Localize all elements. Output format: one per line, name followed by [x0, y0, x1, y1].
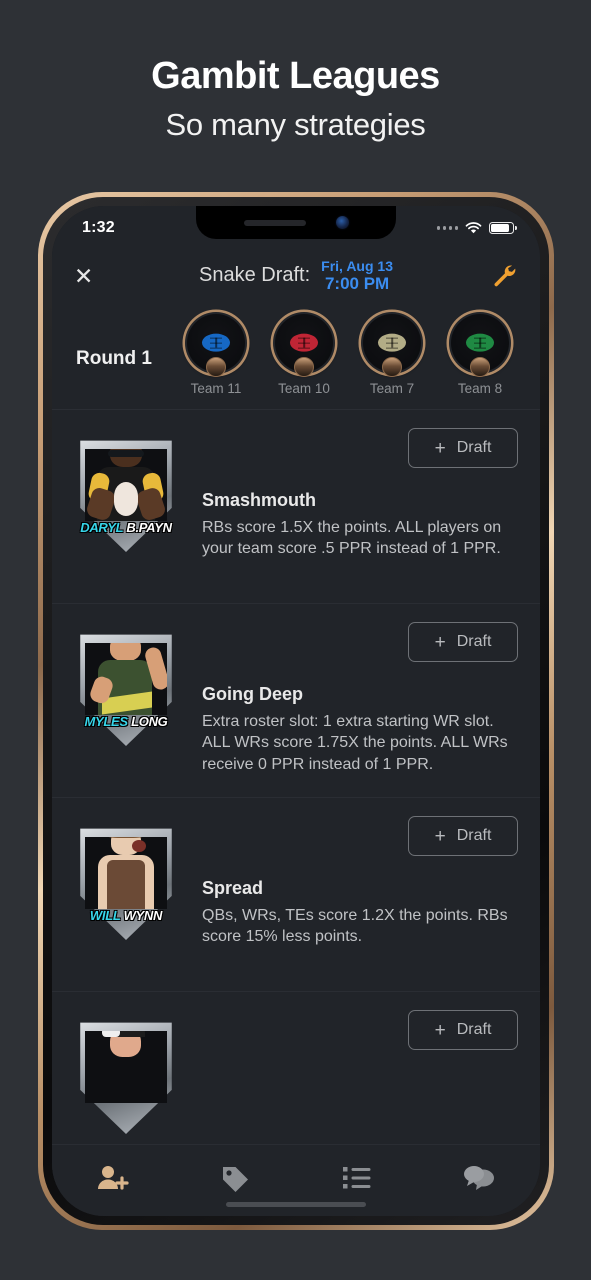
signal-dots-icon [436, 226, 458, 230]
character-last-name: B.PAYN [126, 520, 172, 535]
character-first-name: DARYL [80, 520, 124, 535]
football-icon [466, 333, 494, 352]
character-first-name: MYLES [84, 714, 129, 729]
team-chip-icon [470, 357, 490, 377]
status-bar-indicators [436, 222, 517, 234]
football-icon [378, 333, 406, 352]
character-name: WILL WYNN [70, 908, 182, 923]
strategy-title: Going Deep [202, 684, 304, 704]
promo-header: Gambit Leagues So many strategies [0, 0, 591, 143]
tab-tags[interactable] [174, 1164, 296, 1197]
team-avatar-item[interactable]: Team 8 [440, 312, 520, 396]
team-name: Team 8 [457, 381, 503, 396]
wifi-icon [465, 222, 482, 234]
draft-button[interactable]: + Draft [408, 1010, 518, 1050]
phone-bezel: 1:32 ✕ Snake Draft: Fri, Aug 13 7:00 PM … [43, 197, 549, 1225]
earpiece-speaker [243, 219, 306, 226]
draft-navbar: ✕ Snake Draft: Fri, Aug 13 7:00 PM [52, 246, 540, 306]
tab-chat[interactable] [418, 1164, 540, 1197]
shield-badge-icon: WILL WYNN [74, 824, 178, 940]
tab-invite-members[interactable] [52, 1164, 174, 1197]
front-camera-icon [335, 216, 349, 229]
strategy-card[interactable]: WILL WYNN Spread QBs, WRs, TEs score 1.2… [52, 798, 540, 992]
shield-badge-icon: DARYL B.PAYN [74, 436, 178, 552]
list-icon [342, 1165, 372, 1196]
strategy-title: Spread [202, 878, 264, 898]
team-chip-icon [206, 357, 226, 377]
team-chip-icon [294, 357, 314, 377]
plus-icon: + [434, 1019, 446, 1041]
team-name: Team 10 [278, 381, 330, 396]
page-title: Snake Draft: [199, 264, 311, 287]
team-avatar-list: Team 11 Team 10 Team 7 Team 8 [176, 312, 522, 396]
character-last-name: LONG [131, 714, 168, 729]
team-avatar [449, 312, 511, 377]
character-first-name: WILL [89, 908, 121, 923]
strategy-card[interactable]: + Draft [52, 992, 540, 1144]
team-avatar-item[interactable]: Team 11 [176, 312, 256, 396]
app-content: ✕ Snake Draft: Fri, Aug 13 7:00 PM Round… [52, 206, 540, 1216]
status-bar-time: 1:32 [82, 219, 115, 236]
draft-button-label: Draft [456, 633, 492, 650]
team-avatar [273, 312, 335, 377]
team-avatar [185, 312, 247, 377]
draft-button[interactable]: + Draft [408, 816, 518, 856]
plus-icon: + [434, 437, 446, 459]
team-avatar [361, 312, 423, 377]
draft-button[interactable]: + Draft [408, 428, 518, 468]
notch [196, 206, 396, 239]
battery-icon [489, 222, 517, 234]
draft-time: 7:00 PM [324, 274, 390, 294]
plus-icon: + [434, 825, 446, 847]
screenshot-root: Gambit Leagues So many strategies 1:32 ✕… [0, 0, 591, 1280]
draft-button[interactable]: + Draft [408, 622, 518, 662]
navbar-center: Snake Draft: Fri, Aug 13 7:00 PM [108, 257, 484, 294]
team-name: Team 7 [369, 381, 415, 396]
strategy-card[interactable]: DARYL B.PAYN Smashmouth RBs score 1.5X t… [52, 410, 540, 604]
character-name: DARYL B.PAYN [70, 520, 182, 535]
wrench-icon[interactable] [484, 263, 518, 289]
phone-device: 1:32 ✕ Snake Draft: Fri, Aug 13 7:00 PM … [38, 192, 554, 1230]
strategy-emblem: MYLES LONG [74, 630, 188, 775]
shield-badge-icon: MYLES LONG [74, 630, 178, 746]
football-icon [290, 333, 318, 352]
draft-button-label: Draft [456, 439, 492, 456]
draft-button-label: Draft [456, 1021, 492, 1038]
football-icon [202, 333, 230, 352]
tag-icon [220, 1164, 250, 1197]
promo-subtitle: So many strategies [165, 107, 426, 142]
round-bar: Round 1 Team 11 Team 10 Team 7 Team 8 [52, 306, 540, 410]
character-name: MYLES LONG [70, 714, 182, 729]
team-name: Team 11 [190, 381, 242, 396]
strategy-description: QBs, WRs, TEs score 1.2X the points. RBs… [202, 907, 508, 946]
draft-date: Fri, Aug 13 [321, 257, 393, 274]
team-chip-icon [382, 357, 402, 377]
chat-bubbles-icon [463, 1164, 495, 1197]
strategy-emblem [74, 1018, 188, 1134]
strategy-title: Smashmouth [202, 490, 317, 510]
draft-button-label: Draft [456, 827, 492, 844]
character-last-name: WYNN [123, 908, 163, 923]
strategy-description: Extra roster slot: 1 extra starting WR s… [202, 713, 508, 773]
team-avatar-item[interactable]: Team 7 [352, 312, 432, 396]
strategy-description: RBs score 1.5X the points. ALL players o… [202, 519, 502, 558]
person-add-icon [97, 1164, 129, 1197]
team-avatar-item[interactable]: Team 10 [264, 312, 344, 396]
round-label: Round 1 [76, 348, 152, 369]
phone-screen: 1:32 ✕ Snake Draft: Fri, Aug 13 7:00 PM … [52, 206, 540, 1216]
strategy-list[interactable]: DARYL B.PAYN Smashmouth RBs score 1.5X t… [52, 410, 540, 1144]
home-indicator[interactable] [226, 1202, 366, 1207]
close-icon[interactable]: ✕ [74, 264, 108, 288]
strategy-card[interactable]: MYLES LONG Going Deep Extra roster slot:… [52, 604, 540, 798]
tab-list[interactable] [296, 1165, 418, 1196]
shield-badge-icon [74, 1018, 178, 1134]
strategy-emblem: DARYL B.PAYN [74, 436, 188, 581]
draft-datetime[interactable]: Fri, Aug 13 7:00 PM [321, 257, 393, 294]
promo-title: Gambit Leagues [151, 55, 440, 97]
plus-icon: + [434, 631, 446, 653]
strategy-emblem: WILL WYNN [74, 824, 188, 969]
